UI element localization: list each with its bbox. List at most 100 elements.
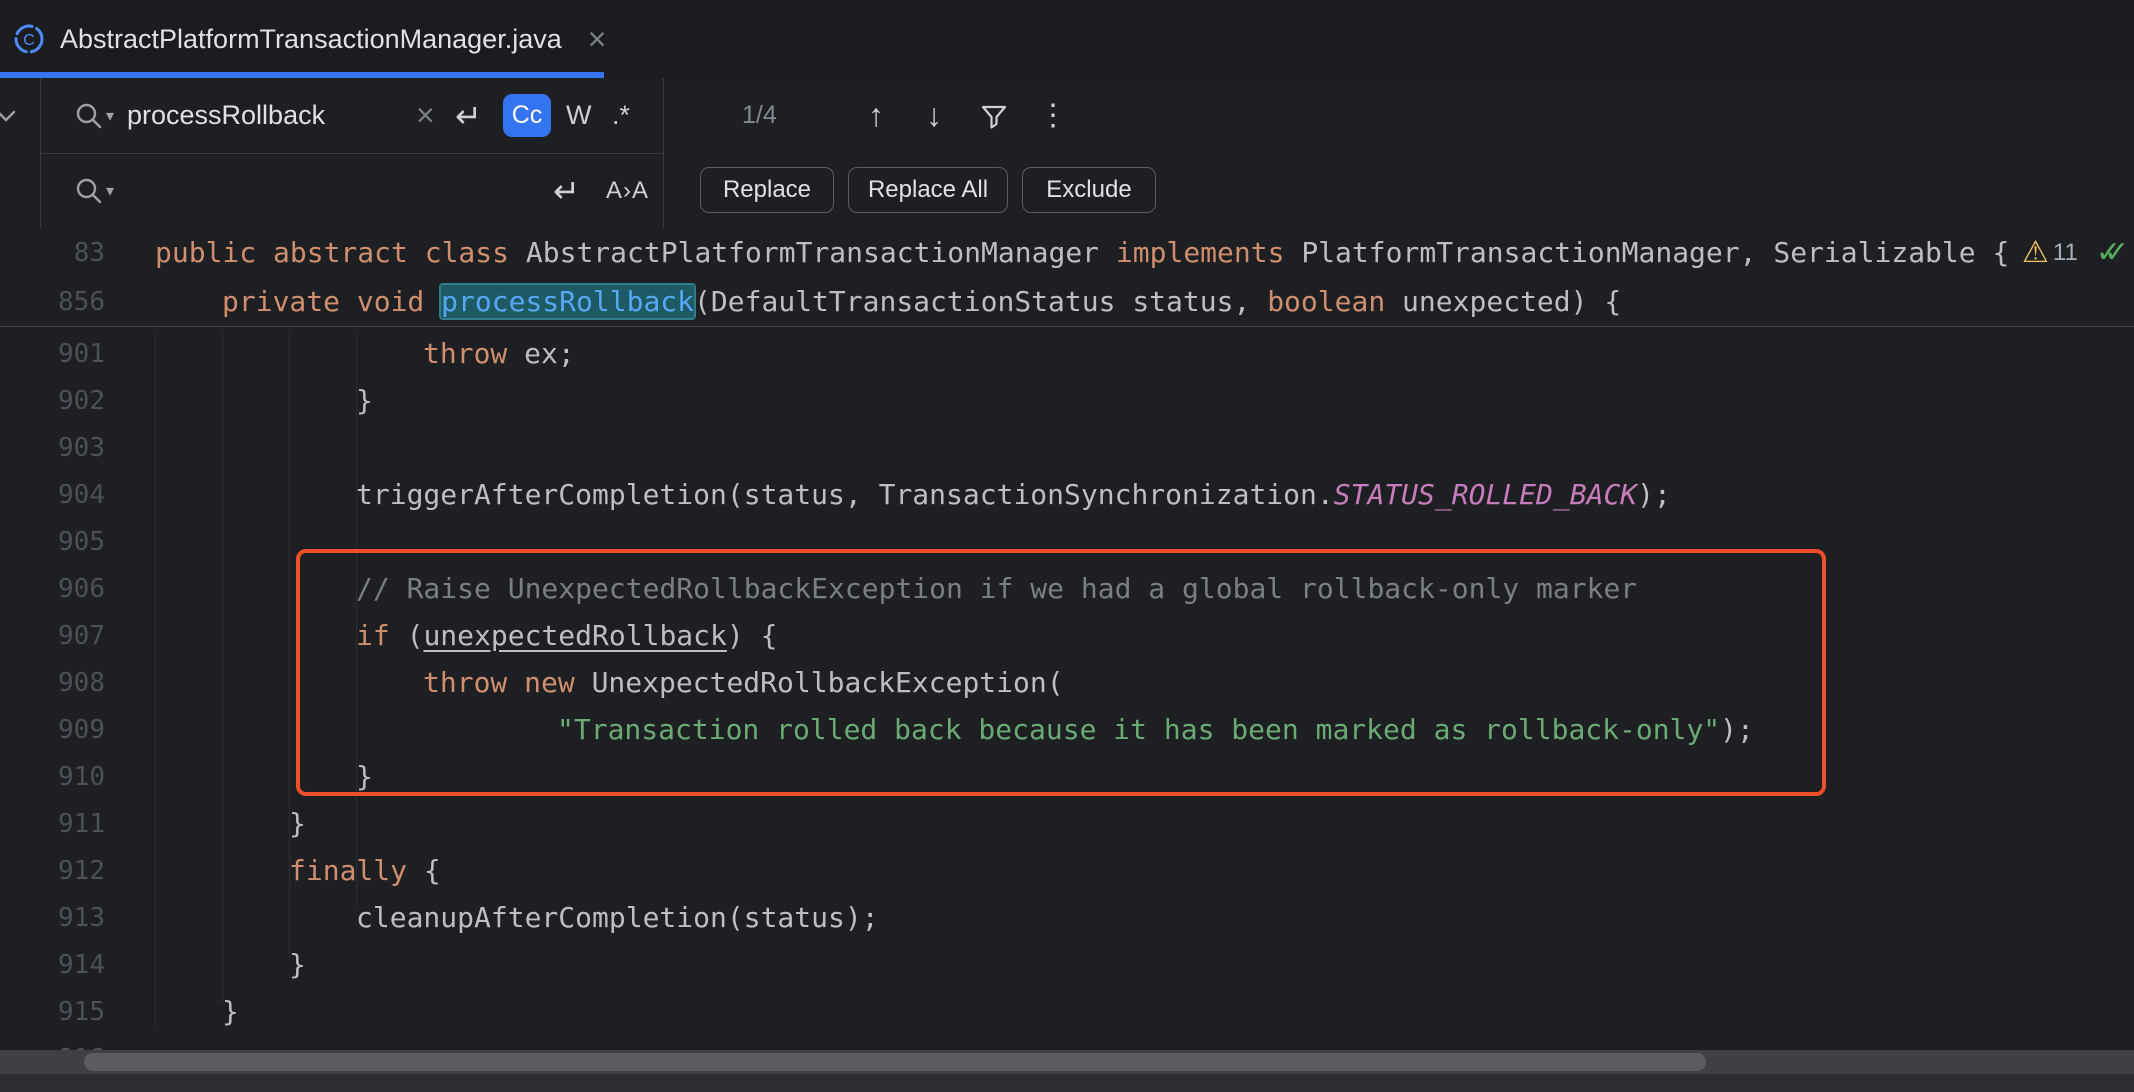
clear-search-icon[interactable]: ×	[416, 78, 435, 153]
code-line[interactable]: 912 finally {	[0, 847, 2134, 894]
tab-close-icon[interactable]: ×	[588, 23, 607, 55]
code-token: cleanupAfterCompletion(status);	[356, 901, 879, 934]
search-row: ▾ processRollback × ↵ Cc W .* 1/4 ↑ ↓ ⋮	[0, 78, 2134, 153]
code-line[interactable]: 903	[0, 424, 2134, 471]
code-text[interactable]: public abstract class AbstractPlatformTr…	[155, 236, 2009, 269]
search-history-chevron-icon[interactable]: ▾	[106, 78, 114, 153]
code-token: throw	[423, 337, 524, 370]
search-icon[interactable]	[74, 78, 104, 153]
previous-match-icon[interactable]: ↑	[868, 78, 884, 153]
line-number[interactable]: 904	[0, 480, 105, 510]
code-text[interactable]: }	[155, 384, 373, 417]
code-token: implements	[1116, 236, 1301, 269]
more-options-icon[interactable]: ⋮	[1038, 78, 1068, 153]
code-line[interactable]: 902}	[0, 377, 2134, 424]
line-number[interactable]: 911	[0, 809, 105, 839]
analysis-ok-icon[interactable]: ✓✓	[2096, 235, 2129, 270]
code-text[interactable]: }	[155, 807, 306, 840]
code-token: ex;	[524, 337, 575, 370]
line-number[interactable]: 83	[0, 238, 105, 268]
line-number[interactable]: 914	[0, 950, 105, 980]
svg-text:C: C	[23, 32, 35, 49]
replace-button[interactable]: Replace	[700, 167, 834, 213]
tab-bar: C AbstractPlatformTransactionManager.jav…	[0, 0, 2134, 79]
code-token: finally	[289, 854, 424, 887]
horizontal-scrollbar-track[interactable]	[0, 1050, 2134, 1074]
line-number[interactable]: 910	[0, 762, 105, 792]
line-number[interactable]: 908	[0, 668, 105, 698]
code-line[interactable]: 856 private void processRollback(DefaultT…	[0, 277, 2134, 326]
code-token: triggerAfterCompletion(status, Transacti…	[356, 478, 1334, 511]
code-token: STATUS_ROLLED_BACK	[1334, 478, 1637, 511]
line-number[interactable]: 903	[0, 433, 105, 463]
code-token: public abstract class	[155, 236, 526, 269]
code-token: {	[424, 854, 441, 887]
line-number[interactable]: 902	[0, 386, 105, 416]
code-text[interactable]: finally {	[155, 854, 441, 887]
replace-history-chevron-icon[interactable]: ▾	[106, 153, 114, 228]
inspection-widget[interactable]: ⚠ 11 ✓✓	[2022, 228, 2129, 277]
code-token: processRollback	[441, 285, 694, 318]
tab-title: AbstractPlatformTransactionManager.java	[60, 24, 562, 55]
code-editor[interactable]: 901 throw ex; 902} 903 904 triggerAfterComple…	[0, 228, 2134, 1092]
line-number[interactable]: 913	[0, 903, 105, 933]
warning-icon[interactable]: ⚠	[2022, 238, 2049, 268]
preserve-case-icon[interactable]: A›A	[606, 153, 649, 228]
code-text[interactable]: cleanupAfterCompletion(status);	[155, 901, 879, 934]
code-text[interactable]: triggerAfterCompletion(status, Transacti…	[155, 478, 1671, 511]
match-count: 1/4	[742, 78, 777, 153]
search-input[interactable]: processRollback	[127, 78, 325, 153]
editor-bottom-strip	[0, 1074, 2134, 1092]
code-line[interactable]: 901 throw ex;	[0, 330, 2134, 377]
java-class-icon: C	[12, 22, 46, 56]
code-text[interactable]: private void processRollback(DefaultTran…	[155, 285, 1621, 318]
line-number[interactable]: 856	[0, 287, 105, 317]
editor-tab[interactable]: C AbstractPlatformTransactionManager.jav…	[0, 0, 604, 78]
code-line[interactable]: 915}	[0, 988, 2134, 1035]
whole-words-toggle[interactable]: W	[566, 78, 591, 153]
warning-count: 11	[2053, 239, 2078, 267]
collapse-chevron-icon[interactable]	[0, 78, 18, 153]
code-line[interactable]: 913 cleanupAfterCompletion(status);	[0, 894, 2134, 941]
code-line[interactable]: 904 triggerAfterCompletion(status, Transa…	[0, 471, 2134, 518]
line-number[interactable]: 907	[0, 621, 105, 651]
match-case-toggle[interactable]: Cc	[503, 94, 551, 137]
code-text[interactable]: }	[155, 995, 239, 1028]
code-line[interactable]: 83 public abstract class AbstractPlatform…	[0, 228, 2134, 277]
code-text[interactable]: }	[155, 948, 306, 981]
code-token: }	[222, 995, 239, 1028]
code-token: private void	[222, 285, 441, 318]
line-number[interactable]: 909	[0, 715, 105, 745]
find-replace-panel: ▾ processRollback × ↵ Cc W .* 1/4 ↑ ↓ ⋮ …	[0, 78, 2134, 229]
line-number[interactable]: 906	[0, 574, 105, 604]
line-number[interactable]: 905	[0, 527, 105, 557]
code-token: }	[289, 948, 306, 981]
code-token: (DefaultTransactionStatus status,	[694, 285, 1267, 318]
code-token: PlatformTransactionManager, Serializable…	[1301, 236, 2009, 269]
code-token: unexpected) {	[1385, 285, 1621, 318]
annotation-highlight-box	[296, 549, 1826, 796]
code-line[interactable]: 914}	[0, 941, 2134, 988]
next-match-icon[interactable]: ↓	[926, 78, 942, 153]
horizontal-scrollbar-thumb[interactable]	[84, 1053, 1706, 1071]
replace-all-button[interactable]: Replace All	[848, 167, 1008, 213]
ide-window: C AbstractPlatformTransactionManager.jav…	[0, 0, 2134, 1092]
line-number[interactable]: 915	[0, 997, 105, 1027]
line-number[interactable]: 912	[0, 856, 105, 886]
code-line[interactable]: 911}	[0, 800, 2134, 847]
replace-history-icon[interactable]	[74, 153, 104, 228]
exclude-button[interactable]: Exclude	[1022, 167, 1156, 213]
code-token: }	[289, 807, 306, 840]
sticky-lines: 83 public abstract class AbstractPlatform…	[0, 228, 2134, 327]
replace-row: ▾ ↵ A›A Replace Replace All Exclude	[0, 153, 2134, 228]
code-token: );	[1637, 478, 1671, 511]
regex-toggle[interactable]: .*	[612, 78, 630, 153]
code-token: AbstractPlatformTransactionManager	[526, 236, 1116, 269]
replace-input[interactable]	[127, 163, 527, 218]
code-token: boolean	[1267, 285, 1385, 318]
filter-icon[interactable]	[978, 78, 1010, 153]
insert-newline-icon[interactable]: ↵	[553, 153, 580, 228]
insert-newline-icon[interactable]: ↵	[455, 78, 482, 153]
line-number[interactable]: 901	[0, 339, 105, 369]
code-text[interactable]: throw ex;	[155, 337, 575, 370]
